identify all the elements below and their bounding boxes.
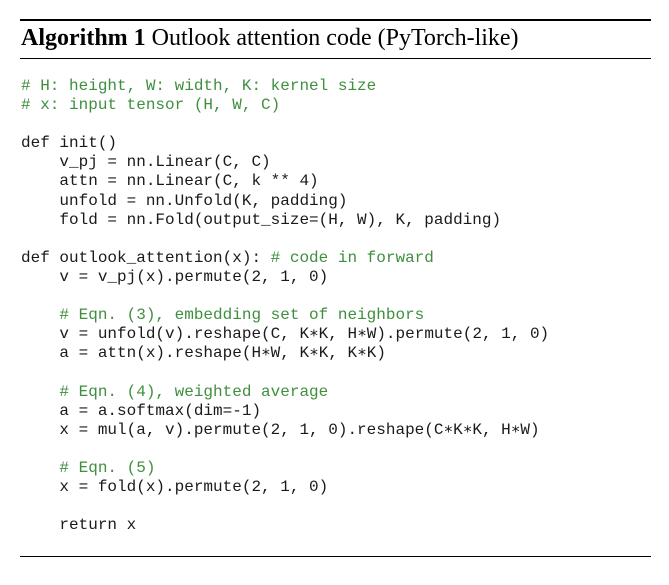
code-text: unfold = nn.Unfold(K, padding) — [59, 191, 348, 210]
algorithm-title: Outlook attention code (PyTorch-like) — [151, 25, 519, 51]
code-line: fold = nn.Fold(output_size=(H, W), K, pa… — [21, 211, 549, 230]
code-text: a = a.softmax(dim=-1) — [59, 401, 262, 420]
algorithm-caption-rule — [20, 58, 651, 59]
code-comment: # Eqn. (3), embedding set of neighbors — [59, 306, 425, 325]
code-comment: # x: input tensor (H, W, C) — [21, 96, 281, 115]
code-text: def outlook_attention(x): — [21, 248, 271, 267]
code-line: x = mul(a, v).permute(2, 1, 0).reshape(C… — [21, 421, 549, 440]
code-line: v = unfold(v).reshape(C, K∗K, H∗W).permu… — [21, 325, 549, 344]
code-line: v_pj = nn.Linear(C, C) — [21, 153, 549, 172]
code-line: a = a.softmax(dim=-1) — [21, 402, 549, 421]
code-text: return x — [59, 516, 137, 535]
code-line: v = v_pj(x).permute(2, 1, 0) — [21, 268, 549, 287]
code-text: v = unfold(v).reshape(C, K∗K, H∗W).permu… — [59, 325, 550, 344]
code-text: def init() — [21, 134, 118, 153]
code-line: # Eqn. (5) — [21, 459, 549, 478]
code-block: # H: height, W: width, K: kernel size # x… — [21, 77, 549, 535]
code-line: unfold = nn.Unfold(K, padding) — [21, 192, 549, 211]
code-text: x = fold(x).permute(2, 1, 0) — [59, 477, 329, 496]
code-line: attn = nn.Linear(C, k ** 4) — [21, 172, 549, 191]
code-line: def init() — [21, 134, 549, 153]
code-line: def outlook_attention(x): # code in forw… — [21, 249, 549, 268]
algorithm-top-rule — [20, 19, 651, 21]
code-text: attn = nn.Linear(C, k ** 4) — [59, 172, 319, 191]
code-line: return x — [21, 516, 549, 535]
code-line: # x: input tensor (H, W, C) — [21, 96, 549, 115]
code-line: # H: height, W: width, K: kernel size — [21, 77, 549, 96]
code-line: # Eqn. (4), weighted average — [21, 383, 549, 402]
code-comment: # Eqn. (5) — [59, 458, 156, 477]
code-comment: # code in forward — [270, 248, 434, 267]
code-line: x = fold(x).permute(2, 1, 0) — [21, 478, 549, 497]
algorithm-bottom-rule — [20, 556, 651, 557]
code-text: v_pj = nn.Linear(C, C) — [59, 153, 271, 172]
algorithm-caption: Algorithm 1 Outlook attention code (PyTo… — [21, 22, 519, 54]
algorithm-label: Algorithm 1 — [21, 25, 146, 51]
code-comment: # H: height, W: width, K: kernel size — [21, 77, 377, 95]
code-text: fold = nn.Fold(output_size=(H, W), K, pa… — [59, 210, 502, 229]
code-line: # Eqn. (3), embedding set of neighbors — [21, 306, 549, 325]
code-text: v = v_pj(x).permute(2, 1, 0) — [59, 267, 329, 286]
code-text: x = mul(a, v).permute(2, 1, 0).reshape(C… — [59, 420, 540, 439]
code-line: a = attn(x).reshape(H∗W, K∗K, K∗K) — [21, 344, 549, 363]
code-comment: # Eqn. (4), weighted average — [59, 382, 329, 401]
code-text: a = attn(x).reshape(H∗W, K∗K, K∗K) — [59, 344, 386, 363]
